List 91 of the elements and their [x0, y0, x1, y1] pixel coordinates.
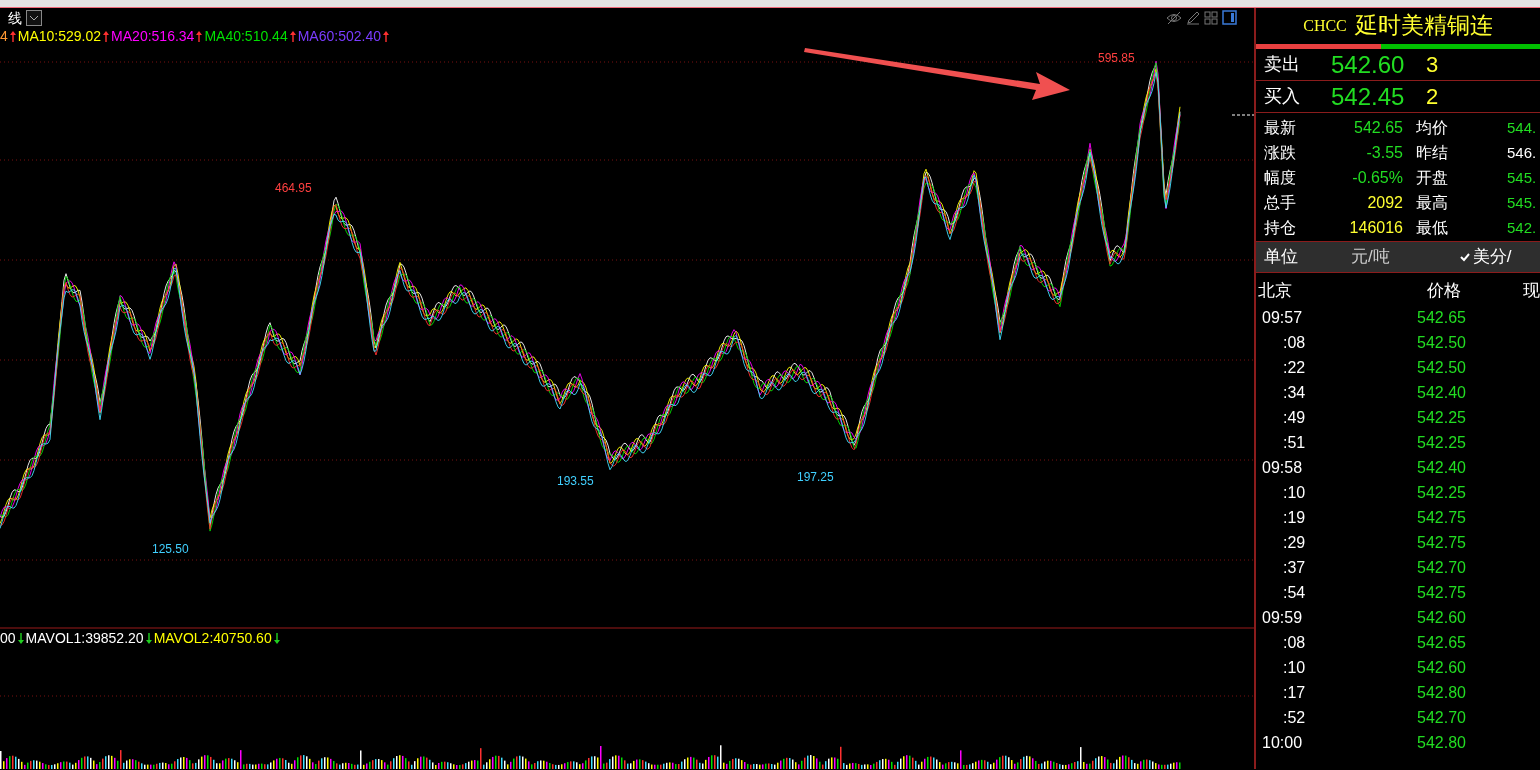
stat-value: 542.	[1507, 218, 1538, 238]
stat-label: 最新	[1264, 118, 1297, 138]
price-label: 464.95	[275, 180, 312, 197]
panel-icon[interactable]	[1222, 10, 1237, 25]
tick-time: :34	[1282, 383, 1307, 403]
tick-price: 542.60	[1416, 658, 1466, 678]
tick-price: 542.40	[1416, 458, 1466, 478]
stat-value: 545.	[1507, 193, 1538, 213]
moving-average-value: MA10:529.02	[17, 28, 102, 44]
column-header: 北京	[1258, 279, 1293, 302]
price-label: 197.25	[797, 469, 834, 486]
tick-time: :08	[1282, 333, 1307, 353]
tick-price: 542.70	[1416, 558, 1466, 578]
unit-option[interactable]: 元/吨	[1351, 244, 1390, 270]
order-price: 542.60	[1331, 49, 1406, 80]
moving-average-value: MA60:502.40	[297, 28, 381, 44]
stat-value: 544.	[1507, 118, 1538, 138]
tick-time: :08	[1282, 633, 1307, 653]
symbol-code: CHCC	[1303, 16, 1347, 36]
tick-price: 542.75	[1416, 583, 1466, 603]
stat-label: 最高	[1415, 193, 1449, 213]
price-label: 125.50	[152, 541, 189, 558]
volume-average-value: MAVOL1:39852.20	[25, 630, 144, 646]
tick-time: 10:00	[1261, 733, 1304, 753]
unit-option[interactable]: 美分/	[1459, 244, 1512, 270]
tick-price: 542.50	[1416, 358, 1466, 378]
tick-price: 542.80	[1416, 683, 1466, 703]
column-header: 现	[1523, 279, 1540, 302]
stat-label: 昨结	[1415, 143, 1449, 163]
order-quantity: 2	[1426, 83, 1439, 111]
stat-value: 542.65	[1353, 118, 1403, 138]
tick-time: 09:57	[1261, 308, 1304, 328]
stat-label: 幅度	[1264, 168, 1297, 188]
tick-time: :10	[1282, 483, 1307, 503]
tick-time: :54	[1282, 583, 1307, 603]
order-label: 买入	[1263, 85, 1301, 108]
tick-price: 542.60	[1416, 608, 1466, 628]
column-header: 价格	[1426, 279, 1461, 302]
moving-average-value: 4	[0, 28, 8, 44]
order-quantity: 3	[1426, 51, 1439, 79]
stat-label: 最低	[1415, 218, 1449, 238]
pencil-icon[interactable]	[1186, 10, 1200, 25]
volume-average-value: 00	[0, 630, 16, 646]
tick-time: 09:59	[1261, 608, 1304, 628]
tick-time: 09:58	[1261, 458, 1304, 478]
tick-price: 542.40	[1416, 383, 1466, 403]
stat-label: 均价	[1415, 118, 1449, 138]
tick-time: :19	[1282, 508, 1307, 528]
tick-time: :51	[1282, 433, 1307, 453]
tick-time: :37	[1282, 558, 1307, 578]
dropdown-icon[interactable]	[26, 10, 42, 26]
tick-price: 542.50	[1416, 333, 1466, 353]
tick-price: 542.75	[1416, 508, 1466, 528]
unit-label: 单位	[1263, 246, 1299, 269]
stat-value: 146016	[1348, 218, 1403, 238]
tick-time: :49	[1282, 408, 1307, 428]
tick-price: 542.70	[1416, 708, 1466, 728]
tick-time: :10	[1282, 658, 1307, 678]
stat-value: 546.	[1507, 143, 1538, 163]
tick-price: 542.25	[1416, 408, 1466, 428]
check-icon	[1459, 252, 1470, 262]
tick-price: 542.65	[1416, 308, 1466, 328]
volume-average-value: MAVOL2:40750.60	[153, 630, 272, 646]
stat-value: -0.65%	[1351, 168, 1403, 188]
tick-price: 542.80	[1416, 733, 1466, 753]
eye-slash-icon[interactable]	[1166, 10, 1182, 25]
price-label: 193.55	[557, 473, 594, 490]
grid-icon[interactable]	[1204, 10, 1218, 25]
stat-label: 开盘	[1415, 168, 1449, 188]
stat-value: 545.	[1507, 168, 1538, 188]
moving-average-value: MA20:516.34	[111, 28, 195, 44]
stat-value: -3.55	[1365, 143, 1403, 163]
stat-value: 2092	[1366, 193, 1403, 213]
tick-time: :22	[1282, 358, 1307, 378]
tick-time: :29	[1282, 533, 1307, 553]
chart-title: 线	[8, 10, 22, 26]
stat-label: 持仓	[1264, 218, 1297, 238]
instrument-name: 延时美精铜连	[1354, 11, 1493, 40]
tick-time: :17	[1282, 683, 1307, 703]
stat-label: 总手	[1264, 193, 1297, 213]
order-label: 卖出	[1263, 53, 1301, 76]
price-label: 595.85	[1098, 50, 1135, 67]
tick-price: 542.25	[1416, 433, 1466, 453]
tick-price: 542.75	[1416, 533, 1466, 553]
order-price: 542.45	[1331, 81, 1406, 112]
tick-time: :52	[1282, 708, 1307, 728]
price-marker-line	[1231, 114, 1254, 116]
stat-label: 涨跌	[1264, 143, 1297, 163]
tick-price: 542.65	[1416, 633, 1466, 653]
moving-average-value: MA40:510.44	[204, 28, 288, 44]
tick-price: 542.25	[1416, 483, 1466, 503]
